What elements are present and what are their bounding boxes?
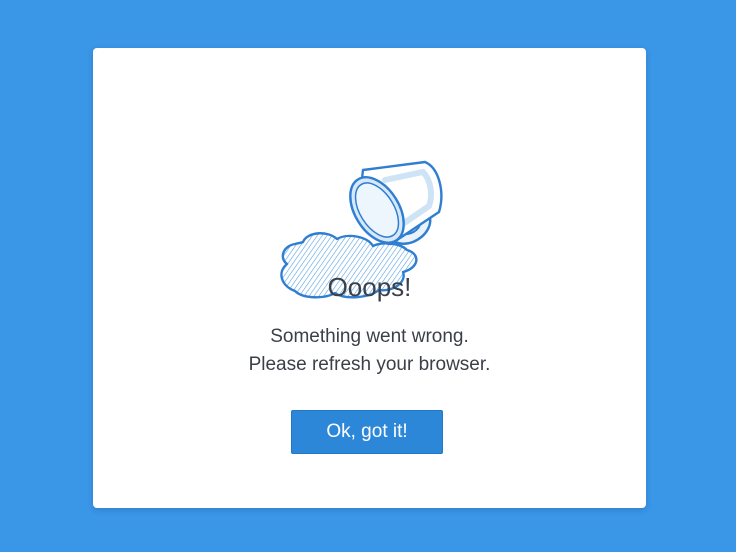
dialog-message: Something went wrong. Please refresh you… xyxy=(93,323,646,379)
ok-button[interactable]: Ok, got it! xyxy=(291,410,443,454)
message-line-1: Something went wrong. xyxy=(270,326,469,347)
error-dialog: Ooops! Something went wrong. Please refr… xyxy=(93,48,646,508)
dialog-title: Ooops! xyxy=(327,272,412,302)
message-line-2: Please refresh your browser. xyxy=(248,354,491,375)
